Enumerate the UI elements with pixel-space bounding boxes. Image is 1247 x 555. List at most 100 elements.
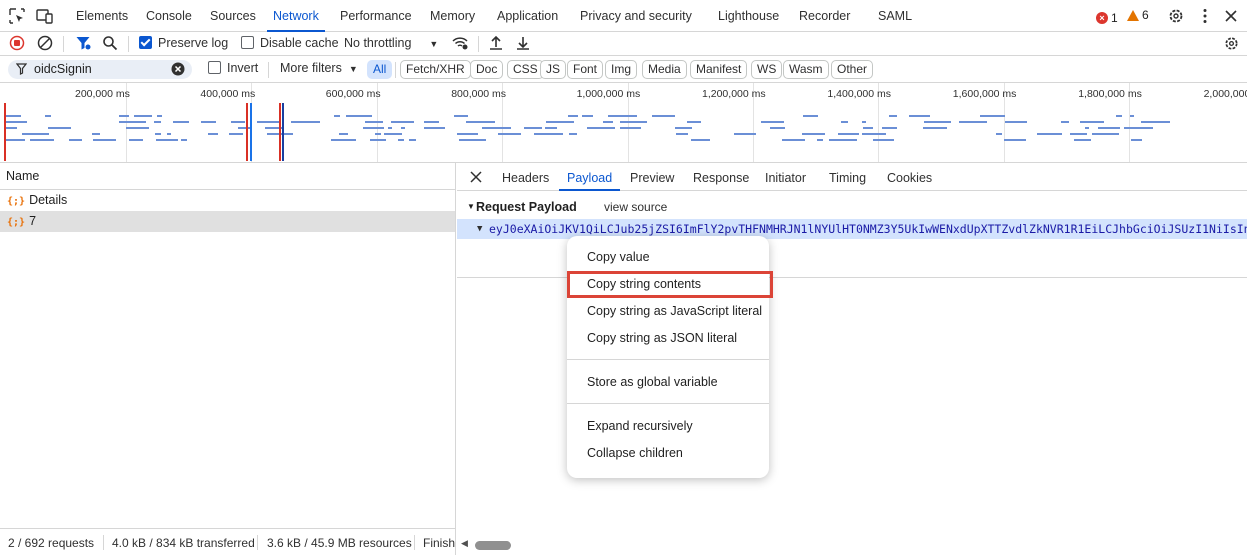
- tab-sources[interactable]: Sources: [210, 0, 256, 32]
- toolbar-divider: [128, 36, 129, 52]
- tab-cookies[interactable]: Cookies: [887, 163, 932, 191]
- request-bar: [761, 121, 784, 123]
- request-bar: [93, 139, 116, 141]
- scroll-left-icon[interactable]: ◀: [461, 538, 468, 549]
- filter-type-wasm[interactable]: Wasm: [783, 60, 829, 79]
- tab-headers[interactable]: Headers: [502, 163, 549, 191]
- filter-type-font[interactable]: Font: [567, 60, 604, 79]
- request-row[interactable]: {;} 7: [0, 211, 455, 232]
- tab-recorder[interactable]: Recorder: [799, 0, 850, 32]
- close-devtools-icon[interactable]: [1222, 7, 1240, 25]
- request-row[interactable]: {;} Details: [0, 190, 455, 211]
- request-bar: [980, 115, 1005, 117]
- menu-item-expand-recursively[interactable]: Expand recursively: [587, 419, 693, 433]
- filter-input[interactable]: oidcSignin: [8, 60, 192, 79]
- request-bar: [498, 133, 521, 135]
- request-bar: [231, 121, 245, 123]
- filter-type-manifest[interactable]: Manifest: [690, 60, 748, 79]
- tab-lighthouse[interactable]: Lighthouse: [718, 0, 779, 32]
- filter-type-img[interactable]: Img: [605, 60, 638, 79]
- filter-type-js[interactable]: JS: [540, 60, 567, 79]
- request-bar: [401, 127, 405, 129]
- menu-item-copy-value[interactable]: Copy value: [587, 250, 650, 264]
- tab-initiator[interactable]: Initiator: [765, 163, 806, 191]
- toolbar-divider: [268, 62, 269, 78]
- request-bar: [838, 133, 859, 135]
- menu-item-copy-js-literal[interactable]: Copy string as JavaScript literal: [587, 304, 762, 318]
- tab-memory[interactable]: Memory: [430, 0, 475, 32]
- request-bar: [363, 127, 384, 129]
- tab-saml[interactable]: SAML: [878, 0, 912, 32]
- horizontal-scrollbar-thumb[interactable]: [475, 541, 511, 550]
- request-bar: [92, 133, 100, 135]
- tab-performance[interactable]: Performance: [340, 0, 412, 32]
- timeline-tick-label: 800,000 ms: [451, 88, 507, 100]
- filter-type-other[interactable]: Other: [831, 60, 874, 79]
- request-bar: [676, 133, 688, 135]
- filter-type-fetch-xhr[interactable]: Fetch/XHR: [400, 60, 471, 79]
- timeline-event-marker: [282, 103, 284, 161]
- menu-separator: [567, 403, 769, 404]
- menu-item-store-global[interactable]: Store as global variable: [587, 375, 718, 389]
- triangle-down-icon[interactable]: ▼: [477, 219, 482, 239]
- tab-payload[interactable]: Payload: [558, 163, 621, 191]
- invert-checkbox[interactable]: Invert: [208, 57, 258, 81]
- request-bar: [5, 139, 25, 141]
- close-details-icon[interactable]: [470, 171, 482, 186]
- timeline-event-marker: [4, 103, 6, 161]
- preserve-log-checkbox[interactable]: Preserve log: [139, 32, 228, 56]
- filter-funnel-icon: [15, 62, 28, 78]
- request-bar: [534, 133, 563, 135]
- filter-type-ws[interactable]: WS: [751, 60, 783, 79]
- filter-type-media[interactable]: Media: [642, 60, 687, 79]
- throttling-select[interactable]: No throttling ▼: [344, 32, 438, 56]
- tab-network[interactable]: Network: [267, 0, 325, 32]
- request-bar: [675, 127, 692, 129]
- finish-time: Finish: [423, 536, 456, 550]
- tab-application[interactable]: Application: [497, 0, 558, 32]
- request-bar: [1124, 127, 1153, 129]
- tab-elements[interactable]: Elements: [76, 0, 128, 32]
- name-column-header[interactable]: Name: [0, 163, 455, 190]
- request-bar: [167, 133, 171, 135]
- issues-counter[interactable]: × 1 6: [1096, 8, 1155, 25]
- request-bar: [257, 121, 281, 123]
- inspect-element-icon[interactable]: [8, 7, 26, 25]
- settings-gear-icon[interactable]: [1167, 7, 1185, 25]
- request-bar: [482, 127, 511, 129]
- more-options-icon[interactable]: [1196, 7, 1214, 25]
- filter-type-all[interactable]: All: [367, 60, 393, 79]
- request-bar: [568, 115, 578, 117]
- request-bar: [1004, 139, 1026, 141]
- tab-console[interactable]: Console: [146, 0, 192, 32]
- request-bar: [620, 121, 647, 123]
- network-status-bar: 2 / 692 requests 4.0 kB / 834 kB transfe…: [0, 528, 456, 555]
- request-bar: [375, 133, 381, 135]
- request-bar: [5, 115, 21, 117]
- request-bar: [181, 139, 187, 141]
- request-bar: [1131, 139, 1142, 141]
- network-overview-timeline[interactable]: 200,000 ms 400,000 ms 600,000 ms 800,000 ms…: [0, 83, 1247, 163]
- request-bar: [863, 127, 873, 129]
- toolbar-divider: [395, 62, 396, 78]
- filter-type-doc[interactable]: Doc: [470, 60, 504, 79]
- timeline-tick-label: 1,800,000 ms: [1078, 88, 1142, 100]
- tab-privacy-security[interactable]: Privacy and security: [580, 0, 692, 32]
- request-bar: [817, 139, 823, 141]
- request-bar: [365, 121, 383, 123]
- menu-item-collapse-children[interactable]: Collapse children: [587, 446, 683, 460]
- disable-cache-checkbox[interactable]: Disable cache: [241, 32, 339, 56]
- request-bar: [1037, 133, 1062, 135]
- tab-response[interactable]: Response: [693, 163, 749, 191]
- tab-preview[interactable]: Preview: [630, 163, 674, 191]
- device-toolbar-icon[interactable]: [36, 7, 54, 25]
- triangle-down-icon[interactable]: ▼: [467, 202, 475, 211]
- filter-type-css[interactable]: CSS: [507, 60, 544, 79]
- more-filters-dropdown[interactable]: More filters ▼: [280, 57, 358, 81]
- warning-badge: 6: [1127, 8, 1149, 22]
- view-source-link[interactable]: view source: [604, 200, 667, 214]
- menu-item-copy-json-literal[interactable]: Copy string as JSON literal: [587, 331, 737, 345]
- clear-filter-icon[interactable]: [171, 62, 185, 79]
- details-tab-bar: Headers Payload Preview Response Initiat…: [457, 163, 1247, 191]
- tab-timing[interactable]: Timing: [829, 163, 866, 191]
